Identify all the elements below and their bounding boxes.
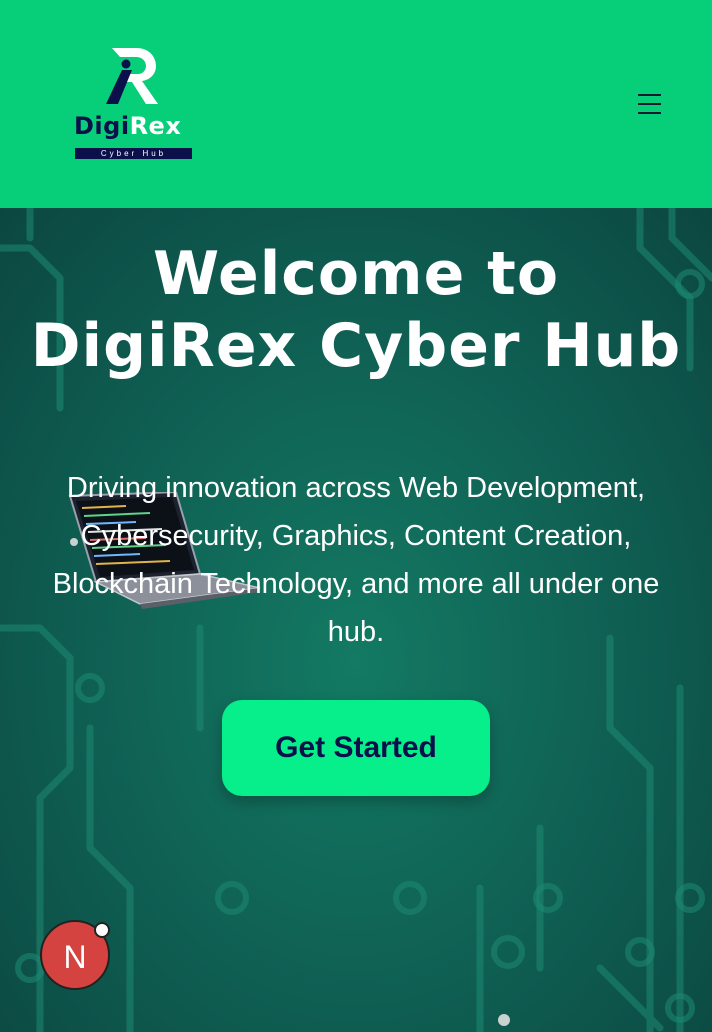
digirex-logo[interactable]: DigiRex Cyber Hub xyxy=(72,44,196,162)
logo-word-light: Rex xyxy=(129,112,182,140)
hero-section: Welcome to DigiRex Cyber Hub Driving inn… xyxy=(0,208,712,1032)
get-started-button[interactable]: Get Started xyxy=(222,700,490,796)
hamburger-menu-icon[interactable] xyxy=(632,88,668,120)
notification-dot-icon xyxy=(94,922,110,938)
site-header: DigiRex Cyber Hub xyxy=(0,0,712,208)
scroll-indicator-dot xyxy=(498,1014,510,1026)
logo-r-mark-icon xyxy=(106,48,158,104)
hero-title-line1: Welcome to xyxy=(152,239,560,309)
logo-wordmark: DigiRex xyxy=(74,112,181,140)
logo-subtitle: Cyber Hub xyxy=(75,148,192,159)
logo-word-dark: Digi xyxy=(74,112,130,140)
hero-description: Driving innovation across Web Developmen… xyxy=(52,472,660,648)
hero-title-line2: DigiRex Cyber Hub xyxy=(30,311,682,381)
hero-title: Welcome to DigiRex Cyber Hub xyxy=(0,238,712,382)
